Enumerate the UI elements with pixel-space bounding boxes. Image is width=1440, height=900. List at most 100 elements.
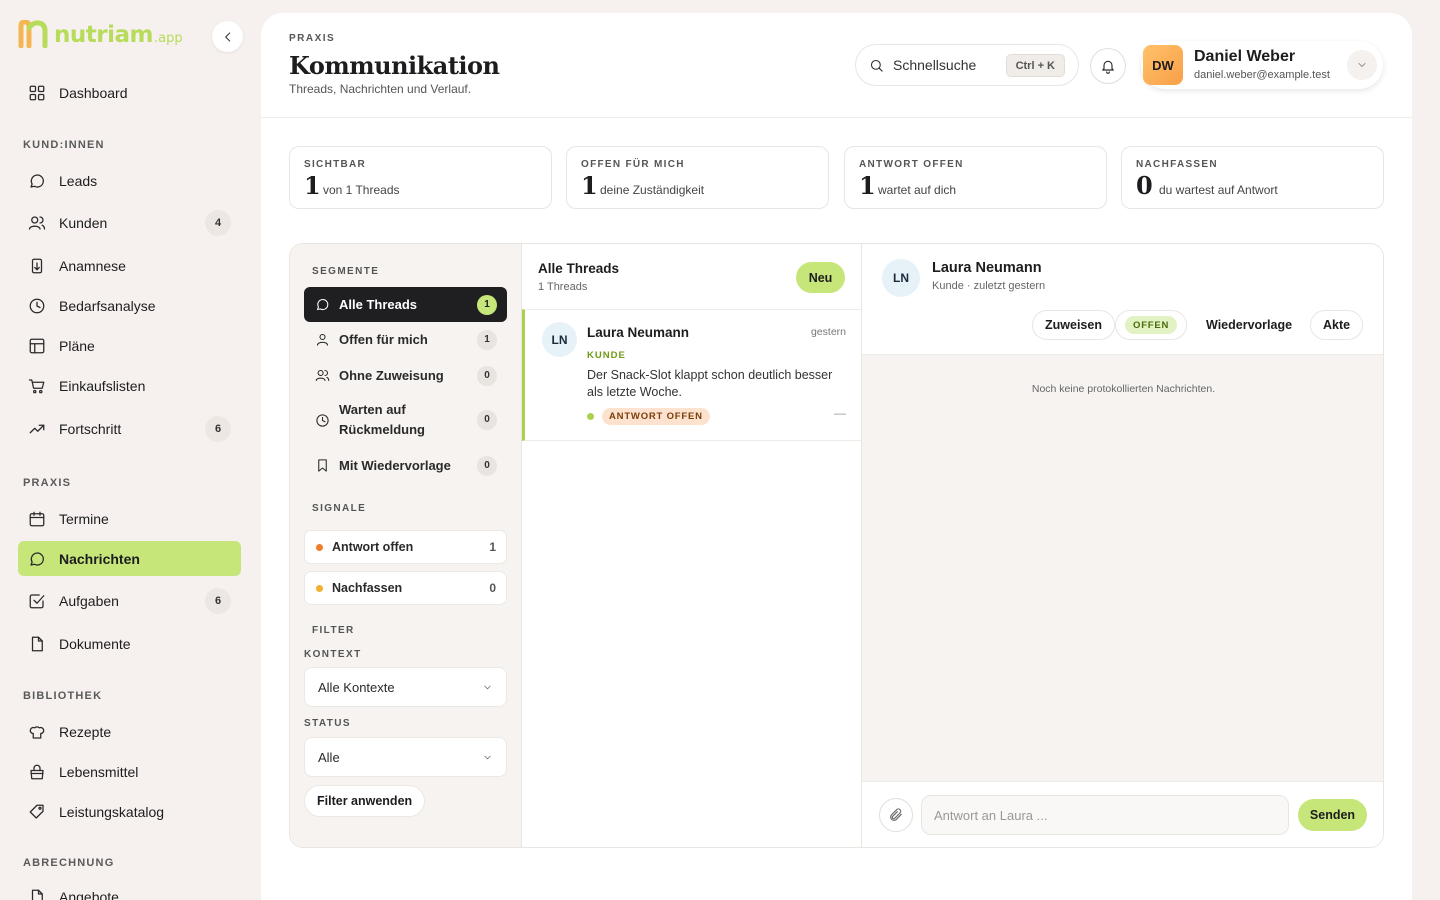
- status-select[interactable]: Alle: [304, 737, 507, 777]
- users-icon: [315, 369, 330, 382]
- threads-panel: Alle Threads 1 Threads Neu LN Laura Neum…: [522, 244, 862, 847]
- page-eyebrow: PRAXIS: [289, 33, 336, 44]
- stat-card-follow-up: NACHFASSEN 0 du wartest auf Antwort: [1121, 146, 1384, 209]
- search-shortcut: Ctrl + K: [1005, 54, 1065, 77]
- conversation-contact-name: Laura Neumann: [932, 260, 1042, 276]
- threads-count: 1 Threads: [538, 281, 588, 293]
- brand-logo[interactable]: nutriam .app: [18, 20, 183, 48]
- sidebar-item-kunden[interactable]: Kunden 4: [18, 205, 241, 240]
- sidebar-item-label: Bedarfsanalyse: [59, 297, 156, 314]
- segments-panel: SEGMENTE Alle Threads 1 Offen für mich 1…: [290, 244, 522, 847]
- segment-waiting-for-response[interactable]: Warten auf Rückmeldung 0: [304, 395, 507, 445]
- signal-reply-open[interactable]: Antwort offen 1: [304, 530, 507, 564]
- sidebar-item-label: Anamnese: [59, 257, 126, 274]
- signal-count: 0: [489, 581, 496, 595]
- stat-card-visible: SICHTBAR 1 von 1 Threads: [289, 146, 552, 209]
- sidebar-section-practice: PRAXIS: [23, 477, 72, 489]
- follow-up-button[interactable]: Wiedervorlage: [1193, 310, 1306, 340]
- sidebar-item-dokumente[interactable]: Dokumente: [18, 626, 241, 661]
- empty-state-text: Noch keine protokollierten Nachrichten.: [1031, 383, 1216, 395]
- page-subtitle: Threads, Nachrichten und Verlauf.: [289, 82, 472, 96]
- sidebar-item-nachrichten[interactable]: Nachrichten: [18, 541, 241, 576]
- new-thread-button[interactable]: Neu: [796, 262, 845, 293]
- filter-heading: FILTER: [312, 625, 355, 636]
- checkbox-icon: [29, 593, 45, 608]
- sidebar-section-library: BIBLIOTHEK: [23, 690, 103, 702]
- sidebar-item-anamnese[interactable]: Anamnese: [18, 248, 241, 283]
- status-toggle-button[interactable]: OFFEN: [1115, 310, 1188, 340]
- sidebar-item-dashboard[interactable]: Dashboard: [18, 75, 241, 110]
- notifications-button[interactable]: [1090, 48, 1126, 84]
- table-icon: [29, 338, 45, 353]
- assign-button[interactable]: Zuweisen: [1032, 310, 1115, 340]
- stat-value: 1: [304, 171, 321, 200]
- stat-label: ANTWORT OFFEN: [859, 159, 964, 170]
- thread-trailing: —: [834, 406, 846, 420]
- sidebar-item-label: Dokumente: [59, 635, 131, 652]
- segment-count: 0: [477, 410, 497, 430]
- thread-role-label: KUNDE: [587, 350, 626, 361]
- signal-follow-up[interactable]: Nachfassen 0: [304, 571, 507, 605]
- sidebar-item-label: Nachrichten: [59, 550, 140, 567]
- status-label: STATUS: [304, 718, 351, 729]
- sidebar-section-billing: ABRECHNUNG: [23, 857, 115, 869]
- sidebar-section-clients: KUND:INNEN: [23, 139, 105, 151]
- signal-count: 1: [489, 540, 496, 554]
- client-file-button[interactable]: Akte: [1310, 310, 1364, 340]
- sidebar-item-termine[interactable]: Termine: [18, 501, 241, 536]
- user-name: Daniel Weber: [1194, 48, 1296, 65]
- attach-button[interactable]: [879, 798, 913, 832]
- segment-count: 0: [477, 455, 497, 476]
- segment-all-threads[interactable]: Alle Threads 1: [304, 287, 507, 322]
- segment-with-follow-up[interactable]: Mit Wiedervorlage 0: [304, 448, 507, 483]
- segment-open-for-me[interactable]: Offen für mich 1: [304, 322, 507, 357]
- chevron-down-icon: [484, 685, 491, 690]
- quick-search-button[interactable]: Schnellsuche Ctrl + K: [855, 44, 1079, 86]
- count-badge: 6: [205, 587, 231, 614]
- send-button[interactable]: Senden: [1298, 799, 1367, 831]
- message-history: Noch keine protokollierten Nachrichten.: [862, 354, 1383, 782]
- sidebar-item-label: Leistungskatalog: [59, 803, 165, 820]
- sidebar-item-plaene[interactable]: Pläne: [18, 328, 241, 363]
- sidebar-item-bedarfsanalyse[interactable]: Bedarfsanalyse: [18, 288, 241, 323]
- signals-heading: SIGNALE: [312, 503, 367, 514]
- stat-description: von 1 Threads: [323, 183, 400, 197]
- sidebar-item-rezepte[interactable]: Rezepte: [18, 714, 241, 749]
- context-select[interactable]: Alle Kontexte: [304, 667, 507, 707]
- collapse-sidebar-button[interactable]: [212, 21, 243, 52]
- sidebar-item-aufgaben[interactable]: Aufgaben 6: [18, 583, 241, 618]
- document-icon: [31, 636, 43, 651]
- user-icon: [316, 333, 329, 346]
- user-menu[interactable]: DW Daniel Weber daniel.weber@example.tes…: [1141, 41, 1383, 89]
- sidebar-item-label: Kunden: [59, 214, 108, 231]
- sidebar-item-leads[interactable]: Leads: [18, 163, 241, 198]
- thread-list-item[interactable]: LN Laura Neumann gestern KUNDE Der Snack…: [522, 309, 861, 441]
- chef-hat-icon: [29, 725, 45, 739]
- stat-label: SICHTBAR: [304, 159, 367, 170]
- stat-label: NACHFASSEN: [1136, 159, 1218, 170]
- status-badge: ANTWORT OFFEN: [602, 408, 710, 425]
- user-menu-toggle[interactable]: [1347, 50, 1377, 80]
- trend-icon: [29, 424, 45, 433]
- reply-input[interactable]: [921, 795, 1289, 835]
- sidebar: nutriam .app Dashboard KUND:INNEN Leads …: [0, 0, 259, 900]
- segment-label: Warten auf Rückmeldung: [339, 402, 425, 437]
- count-badge: 4: [205, 209, 231, 236]
- sidebar-item-label: Angebote: [59, 888, 119, 900]
- apply-filter-button[interactable]: Filter anwenden: [304, 785, 426, 817]
- stat-value: 1: [581, 171, 598, 200]
- thread-timestamp: gestern: [810, 326, 846, 338]
- sidebar-item-angebote[interactable]: Angebote: [18, 879, 241, 900]
- brand-tld: .app: [153, 31, 183, 46]
- sidebar-item-einkaufslisten[interactable]: Einkaufslisten: [18, 368, 241, 403]
- segments-heading: SEGMENTE: [312, 266, 380, 277]
- sidebar-item-label: Leads: [59, 172, 98, 189]
- sidebar-item-leistungskatalog[interactable]: Leistungskatalog: [18, 794, 241, 829]
- signal-label: Antwort offen: [332, 540, 414, 554]
- segment-unassigned[interactable]: Ohne Zuweisung 0: [304, 358, 507, 393]
- search-icon: [870, 59, 883, 72]
- sidebar-item-fortschritt[interactable]: Fortschritt 6: [18, 411, 241, 446]
- chat-bubble-icon: [30, 173, 44, 188]
- sidebar-item-lebensmittel[interactable]: Lebensmittel: [18, 754, 241, 789]
- clock-icon: [316, 413, 329, 427]
